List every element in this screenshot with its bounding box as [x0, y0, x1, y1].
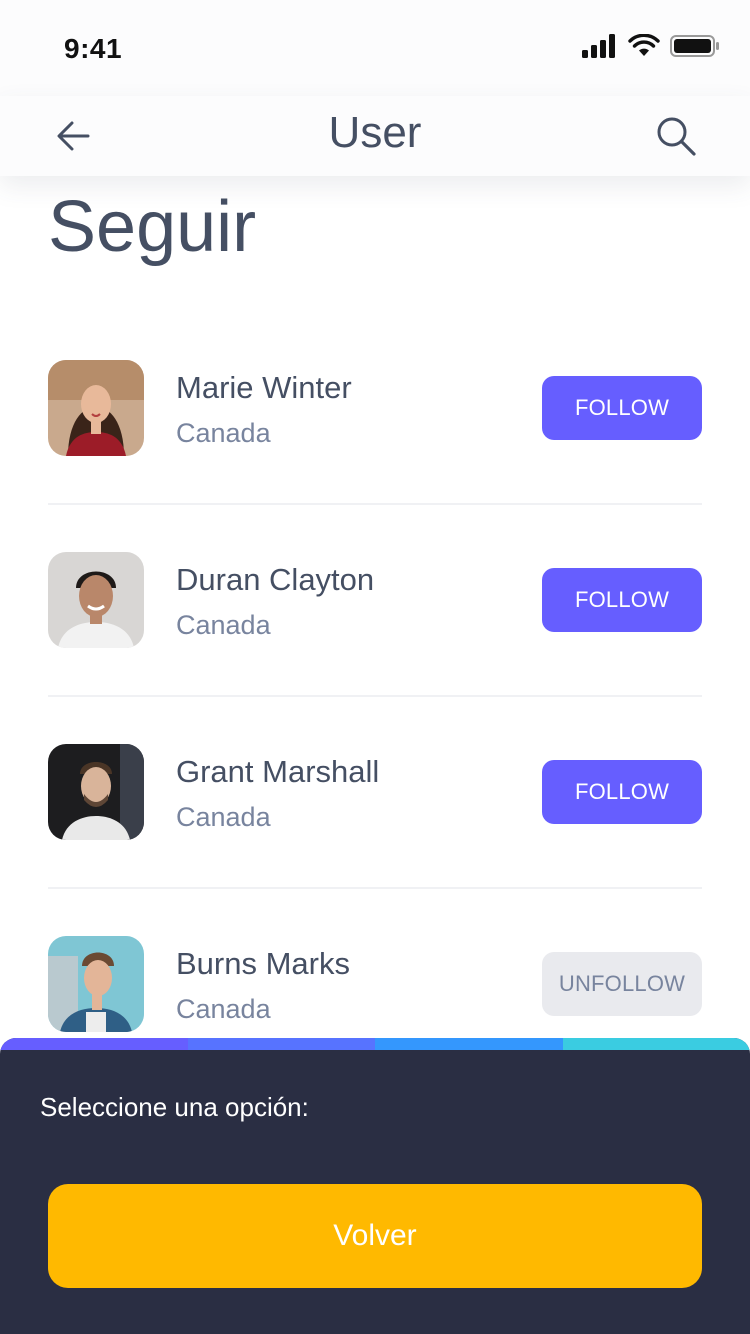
avatar[interactable]: [48, 744, 144, 840]
user-name: Marie Winter: [176, 370, 352, 405]
wifi-icon: [628, 33, 660, 63]
list-item: Marie Winter Canada FOLLOW: [48, 360, 702, 552]
user-name: Duran Clayton: [176, 562, 375, 597]
unfollow-button[interactable]: UNFOLLOW: [542, 952, 702, 1016]
bottom-sheet: Seleccione una opción: Volver: [0, 1038, 750, 1334]
user-list: Marie Winter Canada FOLLOW Duran Clayton…: [48, 360, 702, 1128]
follow-button[interactable]: FOLLOW: [542, 376, 702, 440]
sheet-label: Seleccione una opción:: [40, 1092, 309, 1122]
status-time: 9:41: [64, 33, 123, 64]
list-item: Grant Marshall Canada FOLLOW: [48, 744, 702, 936]
list-item: Duran Clayton Canada FOLLOW: [48, 552, 702, 744]
avatar[interactable]: [48, 552, 144, 648]
strip-segment: [562, 1038, 750, 1050]
battery-icon: [670, 34, 720, 63]
status-bar: 9:41: [0, 0, 750, 96]
cellular-signal-icon: [582, 34, 618, 63]
user-country: Canada: [176, 994, 271, 1024]
user-country: Canada: [176, 418, 271, 448]
avatar[interactable]: [48, 360, 144, 456]
nav-bar: User: [0, 96, 750, 176]
search-icon[interactable]: [654, 114, 698, 158]
strip-segment: [187, 1038, 375, 1050]
strip-segment: [0, 1038, 188, 1050]
strip-segment: [375, 1038, 563, 1050]
sheet-color-strip: [0, 1038, 750, 1050]
nav-title: User: [328, 108, 422, 157]
user-name: Burns Marks: [176, 946, 350, 981]
avatar[interactable]: [48, 936, 144, 1032]
user-name: Grant Marshall: [176, 754, 380, 789]
page-title: Seguir: [48, 187, 257, 267]
follow-button[interactable]: FOLLOW: [542, 760, 702, 824]
user-country: Canada: [176, 802, 271, 832]
status-icons: [582, 33, 720, 63]
follow-button[interactable]: FOLLOW: [542, 568, 702, 632]
back-button[interactable]: Volver: [48, 1184, 702, 1288]
user-country: Canada: [176, 610, 271, 640]
